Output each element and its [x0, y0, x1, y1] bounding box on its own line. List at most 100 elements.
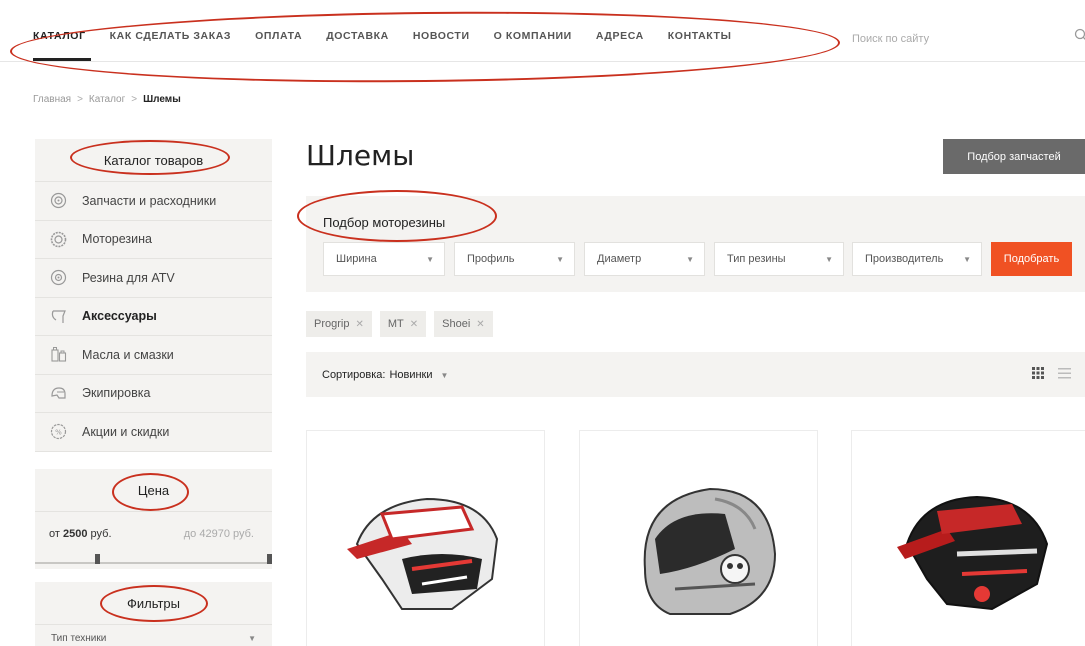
filter-tag: Shoei ✕: [434, 311, 493, 337]
helmet-product-image: [347, 497, 499, 610]
product-card[interactable]: [579, 430, 818, 646]
select-label: Тип резины: [727, 253, 786, 265]
select-label: Ширина: [336, 253, 377, 265]
chevron-down-icon: ▼: [825, 254, 833, 264]
select-label: Производитель: [865, 253, 944, 265]
nav-item-delivery[interactable]: ДОСТАВКА: [326, 30, 389, 42]
tire-icon: [50, 231, 67, 248]
breadcrumb-separator: >: [77, 94, 83, 105]
close-icon[interactable]: ✕: [410, 319, 418, 330]
pick-tires-button[interactable]: Подобрать: [991, 242, 1072, 276]
parts-selection-button[interactable]: Подбор запчастей: [943, 139, 1085, 174]
atv-tire-icon: [50, 270, 67, 286]
breadcrumb-home[interactable]: Главная: [33, 94, 71, 105]
chevron-down-icon: ▼: [686, 254, 694, 264]
nav-item-addresses[interactable]: АДРЕСА: [596, 30, 644, 42]
sort-label: Сортировка:: [322, 369, 386, 381]
filter-tag: MT ✕: [379, 311, 427, 337]
category-item-atv-tires[interactable]: Резина для ATV: [35, 259, 272, 298]
select-label: Профиль: [467, 253, 515, 265]
breadcrumb: Главная > Каталог > Шлемы: [33, 94, 181, 105]
tire-selection-box: Подбор моторезины Ширина ▼ Профиль ▼ Диаме…: [306, 196, 1085, 292]
active-filter-tags: Progrip ✕ MT ✕ Shoei ✕: [306, 311, 493, 337]
nav-item-catalog[interactable]: КАТАЛОГ: [33, 30, 86, 42]
search-input[interactable]: [852, 30, 1085, 48]
category-item-parts[interactable]: Запчасти и расходники: [35, 182, 272, 221]
breadcrumb-catalog[interactable]: Каталог: [89, 94, 125, 105]
category-item-accessories[interactable]: Аксессуары: [35, 298, 272, 336]
nav-item-how-to-order[interactable]: КАК СДЕЛАТЬ ЗАКАЗ: [110, 30, 231, 42]
breadcrumb-current: Шлемы: [143, 94, 181, 105]
select-label: Диаметр: [597, 253, 642, 265]
price-slider-max-handle[interactable]: [267, 554, 272, 564]
nav-item-about[interactable]: О КОМПАНИИ: [494, 30, 572, 42]
catalog-panel: Каталог товаров Запчасти и расходники Мо…: [35, 139, 272, 452]
chevron-down-icon: ▼: [963, 254, 971, 264]
manufacturer-select[interactable]: Производитель ▼: [852, 242, 982, 276]
filter-tag: Progrip ✕: [306, 311, 372, 337]
product-card[interactable]: [851, 430, 1085, 646]
nav-item-contacts[interactable]: КОНТАКТЫ: [668, 30, 732, 42]
close-icon[interactable]: ✕: [355, 319, 363, 330]
filters-panel: Фильтры Тип техники ▼: [35, 582, 272, 646]
price-panel-title: Цена: [35, 469, 272, 512]
category-label: Моторезина: [82, 232, 152, 247]
category-item-gear[interactable]: Экипировка: [35, 375, 272, 413]
sort-value: Новинки: [389, 369, 433, 381]
search-icon[interactable]: [1074, 28, 1085, 42]
price-from: от 2500 руб.: [49, 528, 112, 540]
category-item-oils[interactable]: Масла и смазки: [35, 336, 272, 375]
chevron-down-icon: ▼: [440, 370, 449, 380]
page-title: Шлемы: [306, 139, 415, 172]
breadcrumb-separator: >: [131, 94, 138, 105]
helmet-icon: [51, 387, 66, 399]
sort-bar: Сортировка: Новинки ▼: [306, 352, 1085, 397]
nav-item-payment[interactable]: ОПЛАТА: [255, 30, 302, 42]
category-item-moto-tires[interactable]: Моторезина: [35, 221, 272, 259]
nav-item-news[interactable]: НОВОСТИ: [413, 30, 470, 42]
category-list: Запчасти и расходники Моторезина Резина …: [35, 182, 272, 452]
tag-label: Progrip: [314, 318, 350, 330]
helmet-product-image: [643, 487, 777, 615]
price-to: до 42970 руб.: [183, 528, 254, 540]
sort-control[interactable]: Сортировка: Новинки ▼: [322, 369, 448, 381]
discount-icon: %: [50, 424, 67, 440]
helmet-product-image: [897, 495, 1049, 611]
nav-menu: КАТАЛОГ КАК СДЕЛАТЬ ЗАКАЗ ОПЛАТА ДОСТАВК…: [33, 30, 755, 42]
price-slider[interactable]: [35, 550, 272, 568]
filters-panel-title: Фильтры: [35, 582, 272, 625]
oil-icon: [51, 347, 67, 362]
category-label: Акции и скидки: [82, 424, 170, 439]
tire-selection-title: Подбор моторезины: [323, 215, 446, 230]
category-label: Экипировка: [82, 386, 151, 401]
svg-text:%: %: [55, 429, 62, 437]
product-card[interactable]: [306, 430, 545, 646]
category-label: Запчасти и расходники: [82, 193, 217, 208]
category-item-sales[interactable]: % Акции и скидки: [35, 413, 272, 452]
price-slider-min-handle[interactable]: [95, 554, 100, 564]
chevron-down-icon: ▼: [248, 634, 256, 643]
chevron-down-icon: ▼: [426, 254, 434, 264]
category-label: Резина для ATV: [82, 270, 175, 285]
filter-label: Тип техники: [51, 633, 107, 644]
width-select[interactable]: Ширина ▼: [323, 242, 445, 276]
price-range-values: от 2500 руб. до 42970 руб.: [35, 528, 272, 540]
tire-type-select[interactable]: Тип резины ▼: [714, 242, 844, 276]
top-navigation: КАТАЛОГ КАК СДЕЛАТЬ ЗАКАЗ ОПЛАТА ДОСТАВК…: [0, 0, 1085, 62]
mirror-icon: [51, 310, 66, 323]
brake-disc-icon: [50, 193, 67, 209]
profile-select[interactable]: Профиль ▼: [454, 242, 575, 276]
list-view-icon[interactable]: [1058, 368, 1071, 379]
tag-label: Shoei: [442, 318, 471, 330]
grid-view-icon[interactable]: [1032, 367, 1044, 379]
category-label: Аксессуары: [82, 309, 157, 324]
price-slider-track: [35, 562, 272, 564]
price-panel: Цена от 2500 руб. до 42970 руб.: [35, 469, 272, 569]
close-icon[interactable]: ✕: [476, 319, 484, 330]
category-label: Масла и смазки: [82, 347, 174, 362]
active-nav-underline: [33, 58, 91, 61]
tag-label: MT: [387, 318, 404, 330]
catalog-panel-title: Каталог товаров: [35, 139, 272, 182]
filter-vehicle-type[interactable]: Тип техники ▼: [35, 633, 272, 644]
diameter-select[interactable]: Диаметр ▼: [584, 242, 705, 276]
